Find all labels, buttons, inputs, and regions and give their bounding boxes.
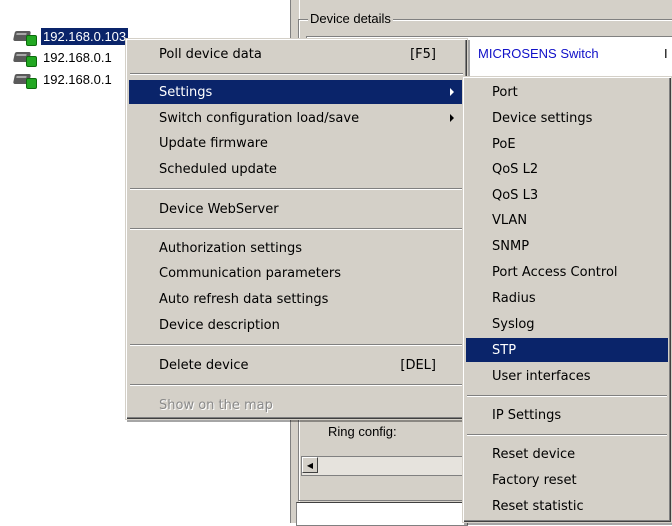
menu-item-label: Show on the map [159, 397, 273, 413]
menu-item-delete-device[interactable]: Delete device [DEL] [129, 353, 464, 377]
device-details-title: Device details [308, 11, 393, 26]
horizontal-scrollbar[interactable]: ◀ [301, 456, 463, 476]
menu-item-label: SNMP [492, 238, 530, 254]
tree-item-device-2[interactable]: 192.168.0.1 [12, 48, 114, 67]
menu-item-label: Radius [492, 290, 536, 306]
menu-item-label: PoE [492, 136, 516, 152]
truncated-label: I [664, 46, 668, 61]
submenu-item-ip-settings[interactable]: IP Settings [466, 403, 668, 427]
menu-item-show-on-map: Show on the map [129, 393, 464, 417]
menu-separator [467, 434, 667, 436]
menu-item-label: Communication parameters [159, 265, 341, 281]
menu-item-label: Reset statistic [492, 498, 584, 514]
menu-item-label: Scheduled update [159, 161, 277, 177]
shortcut-f5: [F5] [410, 46, 436, 62]
shortcut-del: [DEL] [400, 357, 436, 373]
menu-item-switch-config[interactable]: Switch configuration load/save [129, 106, 464, 130]
network-device-icon [12, 27, 38, 46]
settings-submenu: Port Device settings PoE QoS L2 QoS L3 V… [462, 76, 672, 523]
device-name: MICROSENS Switch [478, 46, 599, 61]
menu-separator [130, 73, 463, 75]
submenu-item-reset-statistic[interactable]: Reset statistic [466, 494, 668, 518]
menu-item-scheduled-update[interactable]: Scheduled update [129, 157, 464, 181]
menu-item-label: Update firmware [159, 135, 268, 151]
menu-item-device-webserver[interactable]: Device WebServer [129, 197, 464, 221]
menu-separator [130, 344, 463, 346]
submenu-item-device-settings[interactable]: Device settings [466, 106, 668, 130]
menu-item-device-description[interactable]: Device description [129, 313, 464, 337]
menu-item-label: Reset device [492, 446, 576, 462]
menu-item-settings[interactable]: Settings [129, 80, 464, 104]
menu-item-label: User interfaces [492, 368, 591, 384]
menu-item-label: Authorization settings [159, 240, 303, 256]
network-device-icon [12, 48, 38, 67]
menu-item-communication-parameters[interactable]: Communication parameters [129, 261, 464, 285]
menu-item-poll-device-data[interactable]: Poll device data [F5] [129, 42, 464, 66]
submenu-item-qos-l3[interactable]: QoS L3 [466, 183, 668, 207]
menu-separator [130, 384, 463, 386]
submenu-item-port-access-control[interactable]: Port Access Control [466, 260, 668, 284]
menu-item-label: IP Settings [492, 407, 562, 423]
menu-item-label: STP [492, 342, 517, 358]
menu-item-label: Device description [159, 317, 280, 333]
network-device-icon [12, 70, 38, 89]
menu-item-label: Device WebServer [159, 201, 279, 217]
submenu-item-qos-l2[interactable]: QoS L2 [466, 157, 668, 181]
bottom-field [296, 502, 468, 526]
submenu-item-vlan[interactable]: VLAN [466, 208, 668, 232]
menu-item-label: Port Access Control [492, 264, 618, 280]
menu-item-label: Delete device [159, 357, 249, 373]
submenu-item-poe[interactable]: PoE [466, 132, 668, 156]
submenu-arrow-icon [450, 114, 454, 122]
submenu-item-port[interactable]: Port [466, 80, 668, 104]
tree-item-label[interactable]: 192.168.0.103 [39, 26, 130, 46]
menu-item-label: Poll device data [159, 46, 262, 62]
submenu-item-reset-device[interactable]: Reset device [466, 442, 668, 466]
menu-item-update-firmware[interactable]: Update firmware [129, 131, 464, 155]
menu-item-authorization-settings[interactable]: Authorization settings [129, 236, 464, 260]
menu-item-label: QoS L2 [492, 161, 539, 177]
tree-item-device-3[interactable]: 192.168.0.1 [12, 70, 114, 89]
submenu-arrow-icon [450, 88, 454, 96]
submenu-item-factory-reset[interactable]: Factory reset [466, 468, 668, 492]
menu-item-auto-refresh[interactable]: Auto refresh data settings [129, 287, 464, 311]
submenu-item-user-interfaces[interactable]: User interfaces [466, 364, 668, 388]
ring-config-label: Ring config: [328, 424, 397, 439]
menu-item-label: Syslog [492, 316, 535, 332]
menu-item-label: Auto refresh data settings [159, 291, 329, 307]
menu-item-label: QoS L3 [492, 187, 539, 203]
submenu-item-snmp[interactable]: SNMP [466, 234, 668, 258]
menu-item-label: Device settings [492, 110, 593, 126]
menu-item-label: Switch configuration load/save [159, 110, 360, 126]
scroll-left-icon[interactable]: ◀ [302, 457, 318, 473]
menu-item-label: Port [492, 84, 518, 100]
menu-separator [130, 228, 463, 230]
menu-separator [467, 395, 667, 397]
tree-item-label[interactable]: 192.168.0.1 [41, 71, 114, 88]
tree-item-device-1[interactable]: 192.168.0.103 [12, 26, 130, 46]
device-context-menu: Poll device data [F5] Settings Switch co… [125, 38, 468, 420]
menu-item-label: Settings [159, 84, 213, 100]
submenu-item-stp[interactable]: STP [466, 338, 668, 362]
submenu-item-radius[interactable]: Radius [466, 286, 668, 310]
menu-item-label: VLAN [492, 212, 528, 228]
menu-item-label: Factory reset [492, 472, 577, 488]
submenu-item-syslog[interactable]: Syslog [466, 312, 668, 336]
tree-item-label[interactable]: 192.168.0.1 [41, 49, 114, 66]
menu-separator [130, 188, 463, 190]
